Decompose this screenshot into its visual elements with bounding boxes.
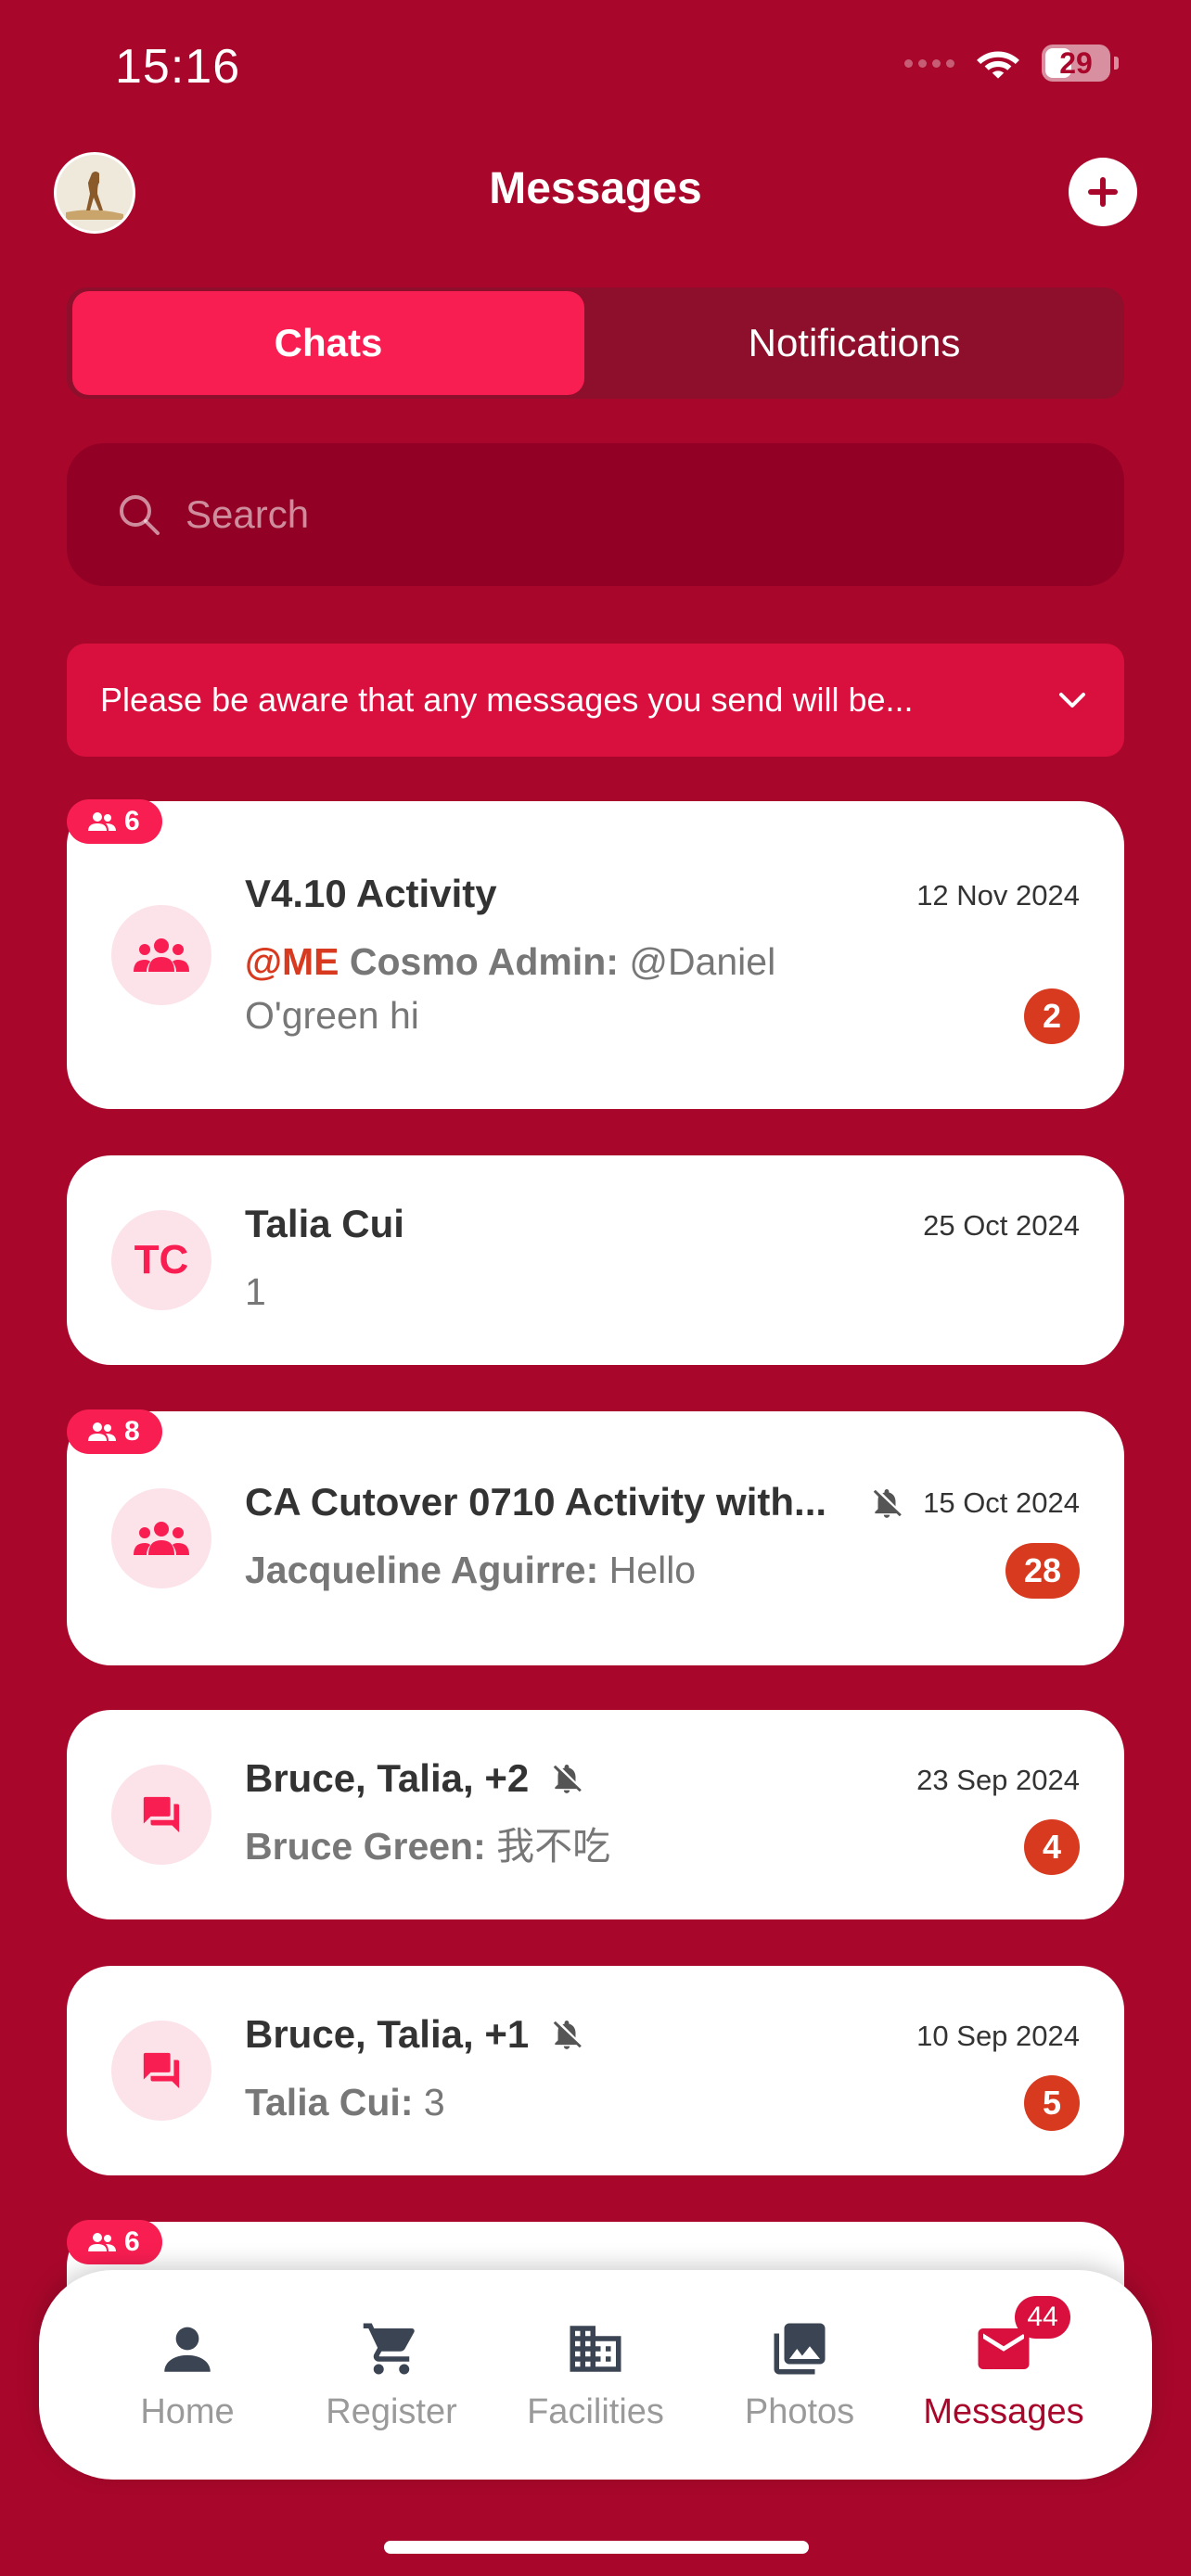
nav-facilities[interactable]: Facilities bbox=[503, 2318, 688, 2432]
sender-name: Talia Cui: bbox=[245, 2081, 414, 2123]
unread-badge: 5 bbox=[1024, 2075, 1080, 2131]
warning-text: Please be aware that any messages you se… bbox=[100, 681, 914, 719]
chat-date: 25 Oct 2024 bbox=[923, 1209, 1080, 1242]
status-icons: 29 bbox=[904, 45, 1119, 82]
chat-preview: 1 bbox=[245, 1265, 876, 1319]
building-icon bbox=[570, 2325, 621, 2372]
unread-badge: 4 bbox=[1024, 1819, 1080, 1875]
people-icon bbox=[88, 2233, 116, 2251]
nav-home[interactable]: Home bbox=[95, 2318, 280, 2432]
mention-tag: @ME bbox=[245, 940, 339, 983]
chat-card[interactable]: 6 V4.10 Activity 12 Nov 2024 @ME Cosmo A… bbox=[67, 799, 1124, 1109]
chat-card[interactable]: 8 CA Cutover 0710 Activity with... 15 Oc… bbox=[67, 1409, 1124, 1665]
battery-icon: 29 bbox=[1042, 45, 1110, 82]
chat-date: 10 Sep 2024 bbox=[916, 2020, 1080, 2052]
message-text: 1 bbox=[245, 1270, 266, 1313]
nav-label: Messages bbox=[923, 2391, 1084, 2431]
chat-bubbles-icon bbox=[111, 1765, 211, 1865]
cart-icon bbox=[363, 2323, 415, 2374]
people-icon bbox=[88, 812, 116, 831]
chat-preview: Jacqueline Aguirre: Hello bbox=[245, 1543, 968, 1597]
chat-title: V4.10 Activity bbox=[245, 872, 497, 915]
wifi-icon bbox=[977, 51, 1019, 79]
bottom-nav: Home Register Facilities Photos 44 Messa… bbox=[39, 2270, 1152, 2480]
unread-badge: 28 bbox=[1005, 1543, 1080, 1599]
muted-bell-icon bbox=[553, 2020, 583, 2049]
nav-photos[interactable]: Photos bbox=[707, 2318, 892, 2432]
chat-title: CA Cutover 0710 Activity with... bbox=[245, 1480, 827, 1524]
chevron-down-icon[interactable] bbox=[1054, 682, 1091, 719]
message-text: 我不吃 bbox=[496, 1825, 611, 1868]
chat-date: 15 Oct 2024 bbox=[923, 1486, 1080, 1519]
chat-preview: Bruce Green: 我不吃 bbox=[245, 1819, 876, 1873]
signal-icon bbox=[904, 58, 954, 68]
group-member-tag: 6 bbox=[67, 2220, 162, 2264]
group-count: 6 bbox=[124, 2226, 140, 2257]
sender-name: Cosmo Admin: bbox=[349, 940, 619, 983]
home-indicator[interactable] bbox=[384, 2541, 809, 2554]
chat-card[interactable]: Bruce, Talia, +1 10 Sep 2024 Talia Cui: … bbox=[67, 1966, 1124, 2175]
group-icon bbox=[111, 1488, 211, 1588]
nav-label: Photos bbox=[744, 2391, 855, 2431]
status-time: 15:16 bbox=[115, 40, 241, 94]
muted-bell-icon bbox=[873, 1488, 902, 1518]
segmented-tabs: Chats Notifications bbox=[67, 287, 1124, 399]
chat-preview: @ME Cosmo Admin: @Daniel O'green hi bbox=[245, 935, 876, 1042]
sender-name: Bruce Green: bbox=[245, 1825, 486, 1868]
group-member-tag: 8 bbox=[67, 1409, 162, 1454]
unread-badge: 2 bbox=[1024, 988, 1080, 1044]
group-icon bbox=[111, 905, 211, 1005]
chat-date: 23 Sep 2024 bbox=[916, 1764, 1080, 1796]
privacy-warning-banner[interactable]: Please be aware that any messages you se… bbox=[67, 644, 1124, 757]
nav-messages[interactable]: 44 Messages bbox=[911, 2295, 1096, 2432]
chat-title: Bruce, Talia, +1 bbox=[245, 2012, 530, 2056]
message-text: Hello bbox=[608, 1549, 697, 1591]
chat-title: Talia Cui bbox=[245, 1202, 404, 1245]
chat-preview: Talia Cui: 3 bbox=[245, 2075, 876, 2129]
search-input[interactable]: Search bbox=[186, 492, 309, 537]
chat-bubbles-icon bbox=[111, 2021, 211, 2121]
person-icon bbox=[164, 2327, 211, 2372]
group-count: 8 bbox=[124, 1416, 140, 1447]
page-title: Messages bbox=[489, 164, 702, 213]
messages-count-badge: 44 bbox=[1015, 2295, 1070, 2339]
photos-icon bbox=[774, 2323, 826, 2374]
chat-card[interactable]: Bruce, Talia, +2 23 Sep 2024 Bruce Green… bbox=[67, 1710, 1124, 1919]
chat-title: Bruce, Talia, +2 bbox=[245, 1756, 530, 1800]
sender-name: Jacqueline Aguirre: bbox=[245, 1549, 599, 1591]
search-bar[interactable]: Search bbox=[67, 443, 1124, 586]
group-count: 6 bbox=[124, 806, 140, 836]
message-text: 3 bbox=[423, 2081, 445, 2123]
new-chat-button[interactable] bbox=[1069, 158, 1137, 226]
nav-label: Facilities bbox=[527, 2391, 664, 2431]
muted-bell-icon bbox=[553, 1764, 583, 1793]
initials-avatar: TC bbox=[111, 1210, 211, 1310]
search-icon bbox=[120, 495, 160, 535]
nav-label: Register bbox=[326, 2391, 457, 2431]
people-icon bbox=[88, 1422, 116, 1441]
chat-card[interactable]: TC Talia Cui 25 Oct 2024 1 bbox=[67, 1155, 1124, 1365]
tab-notifications[interactable]: Notifications bbox=[592, 291, 1117, 395]
nav-label: Home bbox=[140, 2391, 235, 2431]
chat-date: 12 Nov 2024 bbox=[916, 879, 1080, 912]
nav-register[interactable]: Register bbox=[299, 2318, 484, 2432]
group-member-tag: 6 bbox=[67, 799, 162, 844]
plus-icon bbox=[1088, 177, 1118, 207]
tab-chats[interactable]: Chats bbox=[72, 291, 584, 395]
battery-level: 29 bbox=[1059, 45, 1093, 80]
